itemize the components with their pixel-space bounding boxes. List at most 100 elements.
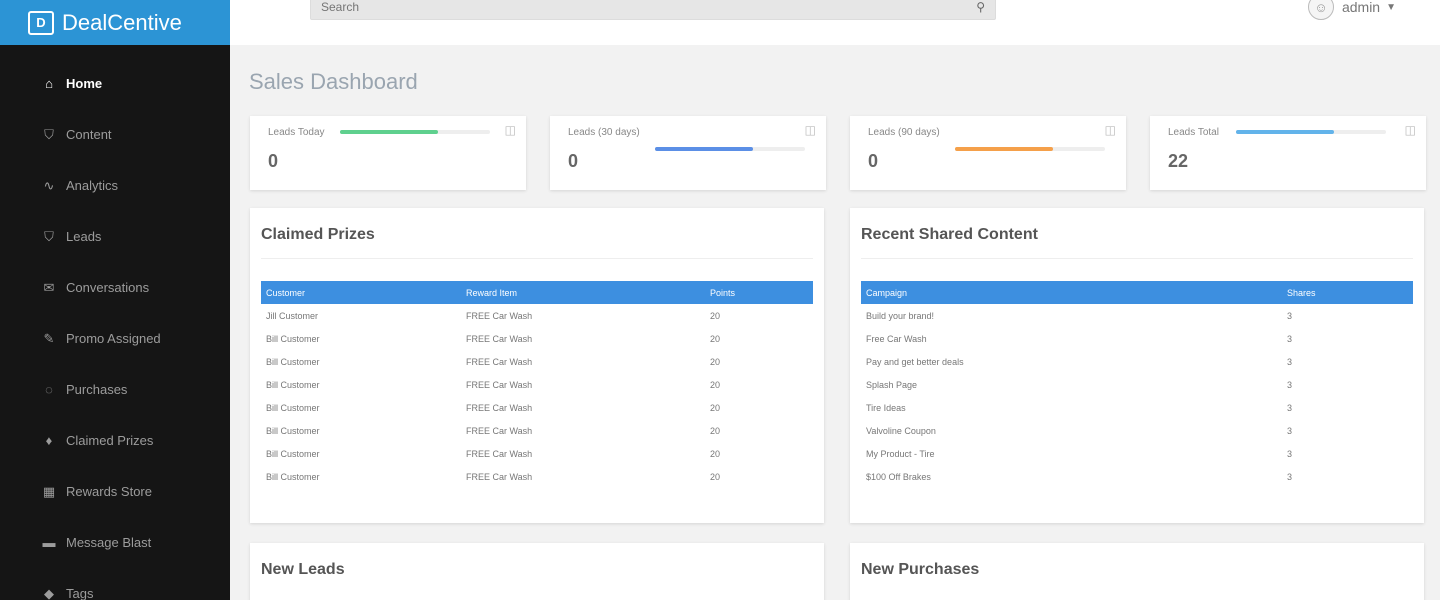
brand[interactable]: D DealCentive xyxy=(0,0,230,45)
table-cell: 20 xyxy=(710,448,721,459)
column-header[interactable]: Reward Item xyxy=(461,281,705,304)
topbar: ⚲ ☺ admin ▼ xyxy=(230,0,1440,45)
new-leads-panel: New Leads xyxy=(250,543,824,600)
chart-line-icon: ∿ xyxy=(43,177,55,193)
sidebar-item-message-blast[interactable]: ▬ Message Blast xyxy=(0,517,230,568)
sidebar-item-conversations[interactable]: ✉ Conversations xyxy=(0,262,230,313)
table-cell: Bill Customer xyxy=(266,448,320,459)
table-cell: FREE Car Wash xyxy=(466,402,533,413)
shield-icon: ⛉ xyxy=(44,126,54,142)
divider xyxy=(261,258,813,259)
table-cell: FREE Car Wash xyxy=(466,333,533,344)
stat-progress-fill xyxy=(955,147,1053,151)
table-row[interactable]: Jill Customer FREE Car Wash 20 xyxy=(261,304,813,327)
document-icon[interactable]: ◫ xyxy=(805,123,816,137)
sidebar-item-claimed-prizes[interactable]: ♦ Claimed Prizes xyxy=(0,415,230,466)
table-row[interactable]: Bill Customer FREE Car Wash 20 xyxy=(261,327,813,350)
table-cell: Tire Ideas xyxy=(866,402,906,413)
table-cell: FREE Car Wash xyxy=(466,448,533,459)
table-row[interactable]: Bill Customer FREE Car Wash 20 xyxy=(261,419,813,442)
stat-value: 0 xyxy=(268,151,279,171)
sidebar-item-analytics[interactable]: ∿ Analytics xyxy=(0,160,230,211)
table-row[interactable]: Free Car Wash 3 xyxy=(861,327,1413,350)
table-body: Jill Customer FREE Car Wash 20 Bill Custome… xyxy=(261,304,813,488)
main-content: Sales Dashboard Leads Today 0 ◫ Leads (3… xyxy=(230,45,1440,600)
stat-card-leads-today: Leads Today 0 ◫ xyxy=(250,116,526,190)
table-cell: 3 xyxy=(1287,333,1293,344)
table-cell: Bill Customer xyxy=(266,471,320,482)
sidebar-item-label: Tags xyxy=(66,586,94,600)
table-cell: Pay and get better deals xyxy=(866,356,964,367)
table-cell: 20 xyxy=(710,425,721,436)
sidebar-item-label: Conversations xyxy=(66,280,150,295)
sidebar-item-label: Promo Assigned xyxy=(66,331,161,346)
sidebar-item-leads[interactable]: ⛉ Leads xyxy=(0,211,230,262)
table-row[interactable]: Valvoline Coupon 3 xyxy=(861,419,1413,442)
table-cell: Jill Customer xyxy=(266,310,319,321)
sidebar-item-tags[interactable]: ◆ Tags xyxy=(0,568,230,600)
table-cell: 20 xyxy=(710,333,721,344)
claimed-prizes-table: Customer Reward Item Points Jill Custome… xyxy=(261,281,813,488)
search-icon[interactable]: ⚲ xyxy=(976,0,985,14)
table-row[interactable]: Bill Customer FREE Car Wash 20 xyxy=(261,442,813,465)
column-header[interactable]: Shares xyxy=(1282,281,1413,304)
badge-icon: ⛉ xyxy=(44,228,54,244)
column-header[interactable]: Points xyxy=(705,281,813,304)
panel-title: New Purchases xyxy=(861,561,980,578)
claimed-prizes-panel: Claimed Prizes Customer Reward Item Poin… xyxy=(250,208,824,523)
table-cell: 3 xyxy=(1287,448,1293,459)
table-row[interactable]: Bill Customer FREE Car Wash 20 xyxy=(261,350,813,373)
document-icon[interactable]: ◫ xyxy=(1405,123,1416,137)
sidebar-item-promo-assigned[interactable]: ✎ Promo Assigned xyxy=(0,313,230,364)
sidebar-item-purchases[interactable]: ◌ Purchases xyxy=(0,364,230,415)
table-row[interactable]: Splash Page 3 xyxy=(861,373,1413,396)
table-row[interactable]: $100 Off Brakes 3 xyxy=(861,465,1413,488)
panel-title: Claimed Prizes xyxy=(261,226,375,243)
table-cell: 20 xyxy=(710,402,721,413)
table-row[interactable]: Tire Ideas 3 xyxy=(861,396,1413,419)
stat-progress-bar xyxy=(655,147,805,151)
stat-label: Leads (30 days) xyxy=(568,127,640,138)
stat-value: 0 xyxy=(568,151,579,171)
table-row[interactable]: Build your brand! 3 xyxy=(861,304,1413,327)
document-icon[interactable]: ◫ xyxy=(1105,123,1116,137)
stat-label: Leads Today xyxy=(268,127,325,138)
table-cell: Valvoline Coupon xyxy=(866,425,936,436)
stat-progress-fill xyxy=(340,130,438,134)
column-header[interactable]: Campaign xyxy=(861,281,1282,304)
recent-shared-table: Campaign Shares Build your brand! 3 Free C… xyxy=(861,281,1413,488)
pen-icon: ✎ xyxy=(43,330,55,346)
sidebar-nav: ⌂ Home ⛉ Content ∿ Analytics ⛉ Leads ✉ Conversati… xyxy=(0,45,230,600)
sidebar-item-label: Content xyxy=(66,127,112,142)
table-row[interactable]: Bill Customer FREE Car Wash 20 xyxy=(261,465,813,488)
table-row[interactable]: Bill Customer FREE Car Wash 20 xyxy=(261,396,813,419)
sidebar-item-label: Message Blast xyxy=(66,535,152,550)
user-menu[interactable]: ☺ admin ▼ xyxy=(1307,0,1396,20)
table-cell: Bill Customer xyxy=(266,425,320,436)
stat-card-leads-90: Leads (90 days) 0 ◫ xyxy=(850,116,1126,190)
cart-icon: ◌ xyxy=(45,382,53,397)
sidebar-item-label: Rewards Store xyxy=(66,484,152,499)
table-row[interactable]: My Product - Tire 3 xyxy=(861,442,1413,465)
search-box: ⚲ xyxy=(310,0,996,20)
table-cell: 3 xyxy=(1287,425,1293,436)
sidebar: D DealCentive ⌂ Home ⛉ Content ∿ Analytics ⛉ Le… xyxy=(0,0,230,600)
sidebar-item-label: Home xyxy=(66,76,103,91)
table-row[interactable]: Bill Customer FREE Car Wash 20 xyxy=(261,373,813,396)
search-input[interactable] xyxy=(321,0,977,14)
table-cell: FREE Car Wash xyxy=(466,425,533,436)
stat-value: 22 xyxy=(1168,151,1189,171)
calendar-icon: ▦ xyxy=(42,483,56,499)
sidebar-item-home[interactable]: ⌂ Home xyxy=(0,58,230,109)
table-cell: 3 xyxy=(1287,379,1293,390)
sidebar-item-rewards-store[interactable]: ▦ Rewards Store xyxy=(0,466,230,517)
column-header[interactable]: Customer xyxy=(261,281,461,304)
table-cell: FREE Car Wash xyxy=(466,379,533,390)
document-icon[interactable]: ◫ xyxy=(505,123,516,137)
stat-card-leads-total: Leads Total 22 ◫ xyxy=(1150,116,1426,190)
avatar-icon: ☺ xyxy=(1307,0,1334,20)
table-row[interactable]: Pay and get better deals 3 xyxy=(861,350,1413,373)
sidebar-item-content[interactable]: ⛉ Content xyxy=(0,109,230,160)
stat-progress-fill xyxy=(655,147,753,151)
panel-title: Recent Shared Content xyxy=(861,226,1038,243)
